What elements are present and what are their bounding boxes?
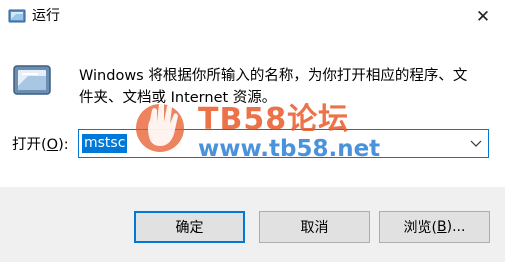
- description-line-1: Windows 将根据你所输入的名称，为你打开相应的程序、文: [79, 68, 468, 84]
- run-app-icon: [8, 9, 26, 23]
- run-dialog: 运行 ✕ Windows 将根据你所输入的名称，为你打开相应的程序、文 件夹、文…: [0, 0, 505, 262]
- open-combobox[interactable]: mstsc: [78, 129, 489, 158]
- close-button[interactable]: ✕: [461, 0, 505, 33]
- open-label: 打开(O):: [12, 137, 69, 153]
- cancel-button[interactable]: 取消: [259, 211, 370, 243]
- close-icon: ✕: [475, 6, 491, 27]
- browse-button[interactable]: 浏览(B)...: [379, 211, 490, 243]
- open-input-value[interactable]: mstsc: [82, 134, 128, 153]
- chevron-down-icon[interactable]: [468, 135, 484, 151]
- title-bar: 运行 ✕: [0, 0, 505, 33]
- description-text: Windows 将根据你所输入的名称，为你打开相应的程序、文 件夹、文档或 In…: [79, 65, 484, 109]
- run-program-icon: [13, 65, 51, 95]
- ok-button[interactable]: 确定: [134, 211, 245, 243]
- description-line-2: 件夹、文档或 Internet 资源。: [79, 90, 277, 106]
- window-title: 运行: [32, 8, 60, 24]
